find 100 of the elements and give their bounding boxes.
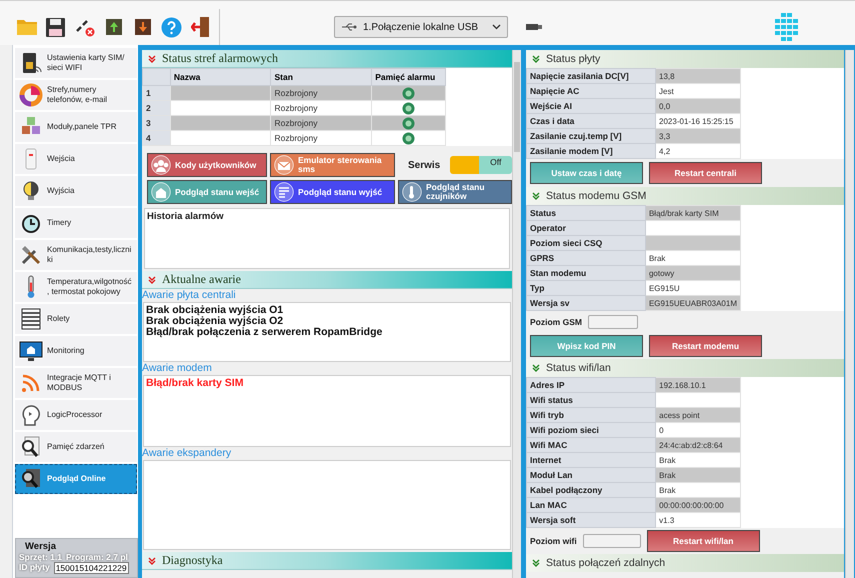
service-label: Serwis bbox=[408, 160, 440, 170]
collapse-icon[interactable] bbox=[532, 55, 540, 63]
scrollbar[interactable] bbox=[512, 50, 521, 578]
field-label: Napięcie zasilania DC[V] bbox=[526, 68, 656, 84]
row-number: 3 bbox=[142, 116, 170, 130]
sidebar-item[interactable]: Pamięć zdarzeń bbox=[15, 432, 137, 462]
list-icon bbox=[274, 182, 294, 202]
sidebar-item[interactable]: LogicProcessor bbox=[15, 400, 137, 430]
history-title: Historia alarmów bbox=[147, 211, 224, 222]
section-header[interactable]: Status modemu GSM bbox=[526, 187, 844, 205]
field-value: 24:4c:ab:d2:c8:64 bbox=[656, 438, 740, 452]
collapse-icon[interactable] bbox=[532, 192, 540, 200]
collapse-icon[interactable] bbox=[148, 276, 156, 284]
section-header[interactable]: Status wifi/lan bbox=[526, 359, 844, 377]
sidebar-item[interactable]: Timery bbox=[15, 208, 137, 238]
section-header[interactable]: Status połączeń zdalnych bbox=[526, 554, 844, 572]
shutter-icon bbox=[19, 307, 43, 331]
field-label: Wifi MAC bbox=[526, 438, 656, 452]
section-header[interactable]: Status płyty bbox=[526, 50, 844, 68]
field-label: Wejście AI bbox=[526, 98, 656, 114]
caret-icon bbox=[492, 24, 501, 30]
field-value: EG915UEUABR03A01M bbox=[645, 296, 740, 310]
collapse-icon[interactable] bbox=[532, 559, 540, 567]
users-icon bbox=[151, 155, 171, 175]
field-label: Zasilanie czuj.temp [V] bbox=[526, 128, 656, 144]
field-label: Wersja soft bbox=[526, 512, 656, 528]
connection-select[interactable]: 1.Połączenie lokalne USB bbox=[334, 16, 508, 38]
fault-group-title: Awarie ekspandery bbox=[142, 447, 232, 460]
field-value: 192.168.10.1 bbox=[656, 378, 740, 392]
level-label: Poziom GSM bbox=[530, 317, 582, 327]
field-label: Wifi status bbox=[526, 392, 656, 408]
column-header: Pamięć alarmu bbox=[372, 68, 446, 86]
sidebar-item[interactable]: Monitoring bbox=[15, 336, 137, 366]
field-label: Poziom sieci CSQ bbox=[526, 236, 646, 250]
field-value: 2023-01-16 15:25:15 bbox=[656, 114, 740, 128]
action-button[interactable]: Restart centrali bbox=[649, 162, 762, 184]
sidebar-item[interactable]: Wejścia bbox=[15, 144, 137, 174]
board-id-field[interactable]: 150015104221229 bbox=[54, 562, 129, 574]
field-value: Brak bbox=[656, 482, 740, 498]
tools-icon bbox=[19, 243, 43, 267]
field-value: EG915U bbox=[645, 280, 740, 296]
scrollbar[interactable] bbox=[845, 50, 854, 578]
program-version: Program: 2.7 pl bbox=[66, 552, 128, 562]
action-button[interactable]: Restart wifi/lan bbox=[646, 530, 760, 552]
sidebar-item[interactable]: Komunikacja,testy,liczniki bbox=[15, 240, 137, 270]
action-button[interactable]: Restart modemu bbox=[649, 335, 762, 357]
signal-level-indicator bbox=[588, 315, 638, 329]
usb-plug-icon bbox=[526, 23, 543, 31]
sidebar-item[interactable]: Moduły,panele TPR bbox=[15, 112, 137, 142]
field-value: 00:00:00:00:00:00 bbox=[656, 498, 740, 512]
zone-state: Rozbrojony bbox=[270, 86, 372, 100]
section-header[interactable]: Diagnostyka bbox=[142, 552, 512, 570]
collapse-icon[interactable] bbox=[148, 54, 156, 62]
sidebar-item[interactable]: Strefy,numery telefonów, e-mail bbox=[15, 80, 137, 110]
field-value: Błąd/brak karty SIM bbox=[645, 206, 740, 220]
action-button[interactable]: Podgląd stanu czujników bbox=[398, 180, 512, 204]
collapse-icon[interactable] bbox=[532, 364, 540, 372]
field-label: Moduł Lan bbox=[526, 468, 656, 482]
pie-chart-icon bbox=[19, 83, 43, 107]
fault-item: Brak obciążenia wyjścia O1 bbox=[146, 305, 284, 316]
fault-item: Błąd/brak połączenia z serwerem RopamBridge bbox=[146, 327, 384, 338]
field-label: Czas i data bbox=[526, 114, 656, 128]
fault-item: Brak obciążenia wyjścia O2 bbox=[146, 316, 284, 327]
sidebar-item[interactable]: Integracje MQTT i MODBUS bbox=[15, 368, 137, 398]
field-label: Napięcie AC bbox=[526, 84, 656, 98]
thermometer-icon bbox=[402, 182, 422, 202]
field-value: acess point bbox=[656, 408, 740, 422]
field-value: Jest bbox=[656, 84, 740, 98]
field-value: Brak bbox=[645, 250, 740, 266]
sidebar-item[interactable]: Temperatura,wilgotność, termostat pokojowy bbox=[15, 272, 137, 302]
sidebar-item[interactable]: Ustawienia karty SIM/ sieci WIFI bbox=[15, 48, 137, 78]
field-value: 0 bbox=[656, 422, 740, 438]
fault-item: Błąd/brak karty SIM bbox=[146, 378, 244, 389]
section-header[interactable]: Aktualne awarie bbox=[142, 271, 512, 289]
monitor-icon bbox=[19, 339, 43, 363]
row-number: 2 bbox=[142, 100, 170, 116]
action-button[interactable]: Podgląd stanu wyjść bbox=[270, 180, 395, 204]
table-header-cell bbox=[142, 68, 170, 86]
field-label: Kabel podłączony bbox=[526, 482, 656, 498]
level-label: Poziom wifi bbox=[530, 536, 577, 546]
section-header[interactable]: Status stref alarmowych bbox=[142, 50, 512, 68]
field-label: GPRS bbox=[526, 250, 646, 266]
house-icon bbox=[151, 182, 171, 202]
column-header: Stan bbox=[270, 68, 372, 86]
fault-group-title: Awarie modem bbox=[142, 362, 213, 375]
sidebar-item[interactable]: Rolety bbox=[15, 304, 137, 334]
field-label: Wersja sv bbox=[526, 296, 646, 310]
field-label: Wifi poziom sieci bbox=[526, 422, 656, 438]
sidebar-item[interactable]: Wyjścia bbox=[15, 176, 137, 206]
field-value: 0,0 bbox=[656, 98, 740, 114]
field-label: Status bbox=[526, 206, 646, 220]
action-button[interactable]: Kody użytkowników bbox=[147, 153, 267, 177]
field-label: Lan MAC bbox=[526, 498, 656, 512]
grid-logo-icon bbox=[773, 13, 801, 41]
collapse-icon[interactable] bbox=[148, 556, 156, 564]
field-value: gotowy bbox=[645, 266, 740, 280]
field-value: Brak bbox=[656, 452, 740, 468]
zone-state: Rozbrojony bbox=[270, 100, 372, 116]
field-label: Adres IP bbox=[526, 378, 656, 392]
field-label: Stan modemu bbox=[526, 266, 646, 280]
